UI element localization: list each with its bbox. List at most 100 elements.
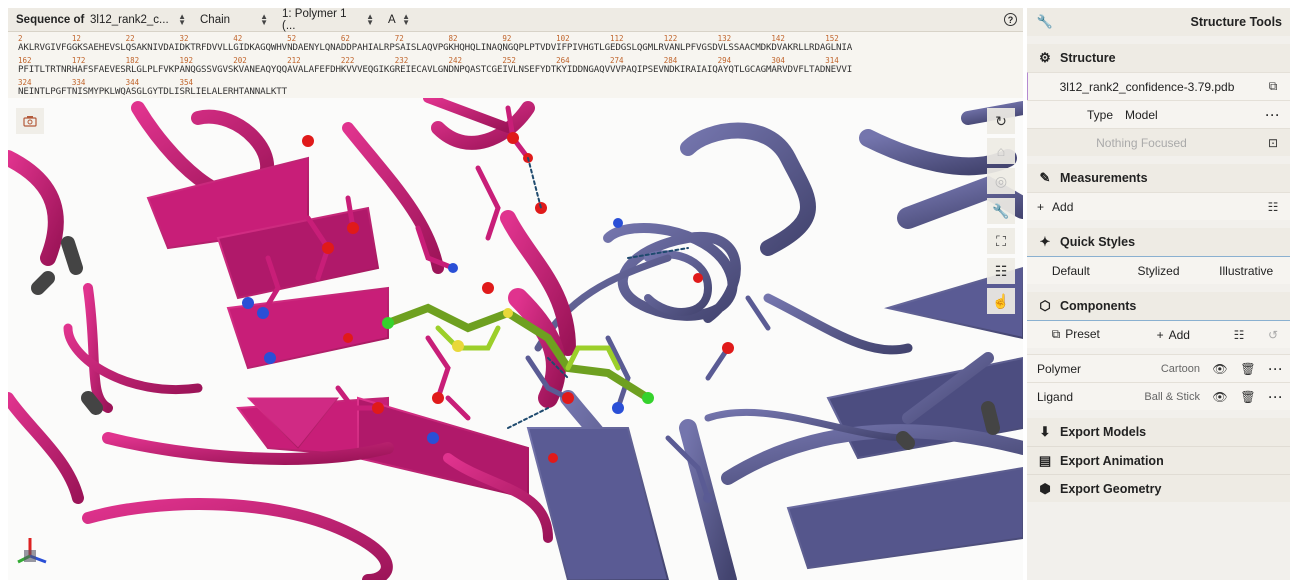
style-stylized-button[interactable]: Stylized <box>1115 264 1203 278</box>
plus-icon: + <box>1037 199 1045 214</box>
chain-select[interactable]: A ▲ ▼ <box>388 11 410 27</box>
component-item[interactable]: Ligand Ball & Stick 👁 🗑 ··· <box>1027 382 1290 410</box>
sequence-toolbar: Sequence of 3l12_rank2_c... ▲ ▼ Chain ▲ ▼ … <box>8 8 1023 32</box>
chain-b-cartoon <box>526 101 1023 580</box>
style-default-button[interactable]: Default <box>1027 264 1115 278</box>
style-illustrative-button[interactable]: Illustrative <box>1202 264 1290 278</box>
more-icon[interactable]: ··· <box>1262 383 1290 410</box>
snapshot-icon[interactable] <box>16 108 44 134</box>
structure-tools-panel: 🔧 Structure Tools ⚙ Structure 3l12_rank2… <box>1027 8 1290 580</box>
component-representation[interactable]: Ball & Stick <box>1144 391 1200 403</box>
export-geometry-button[interactable]: ⬢ Export Geometry <box>1027 474 1290 502</box>
structure-section-header[interactable]: ⚙ Structure <box>1027 44 1290 72</box>
mode-select[interactable]: Chain ▲ ▼ <box>200 11 268 27</box>
more-icon[interactable]: ··· <box>1256 101 1290 128</box>
3d-canvas[interactable]: ↻ ⌂ ◎ 🔧 ⛶ ☷ ☝ <box>8 98 1023 580</box>
component-name: Polymer <box>1037 361 1082 376</box>
measurements-add-row: + Add ☷ <box>1027 192 1290 220</box>
history-icon[interactable]: ↺ <box>1256 321 1290 348</box>
help-icon[interactable]: ? <box>1004 13 1017 26</box>
polymer-select[interactable]: 1: Polymer 1 (... ▲ ▼ <box>282 8 374 32</box>
magic-wand-icon: ✦ <box>1039 234 1051 249</box>
residue-sequence[interactable]: PFITLTRTNRHAFSFAEVESRLGLPLFVKPANQGSSVGVS… <box>18 64 852 75</box>
wrench-icon[interactable]: 🔧 <box>987 198 1015 224</box>
component-name: Ligand <box>1037 389 1074 404</box>
chain-a-cartoon <box>8 98 576 580</box>
measurements-section-header[interactable]: ✎ Measurements <box>1027 164 1290 192</box>
focus-row: Nothing Focused ⊡ <box>1027 128 1290 156</box>
sequence-panel[interactable]: 2 12 22 32 42 52 62 72 82 92 102 112 122 132 142 152 AK… <box>8 32 1023 98</box>
download-icon: ⬇ <box>1039 424 1051 439</box>
expand-icon[interactable]: ⛶ <box>987 228 1015 254</box>
quick-styles-row: Default Stylized Illustrative <box>1027 256 1290 284</box>
trash-icon[interactable]: 🗑 <box>1234 383 1262 410</box>
trash-icon[interactable]: 🗑 <box>1234 355 1262 382</box>
export-geometry-label: Export Geometry <box>1060 481 1162 496</box>
components-actions-row: ⧉ Preset + Add ☷ ↺ <box>1027 320 1290 348</box>
molecule-viewer: Sequence of 3l12_rank2_c... ▲ ▼ Chain ▲ ▼ … <box>8 8 1023 580</box>
structure-type-row: Type Model ··· <box>1027 100 1290 128</box>
structure-file-row[interactable]: 3l12_rank2_confidence-3.79.pdb ⧉ <box>1027 72 1290 100</box>
eye-icon[interactable]: 👁 <box>1206 383 1234 410</box>
preset-button[interactable]: ⧉ Preset <box>1027 327 1125 342</box>
ligand-molecule <box>382 303 654 404</box>
sequence-line: 324 334 344 354 NEINTLPGFTNISMYPKLWQASGLGYT… <box>8 76 1023 98</box>
mode-select-value: Chain <box>200 13 231 26</box>
components-section-header[interactable]: ⬡ Components <box>1027 292 1290 320</box>
component-representation[interactable]: Cartoon <box>1161 363 1200 375</box>
sequence-label: Sequence of <box>16 13 85 26</box>
export-animation-label: Export Animation <box>1060 453 1164 468</box>
measurements-add-label: Add <box>1052 199 1074 214</box>
type-label: Type <box>1086 107 1113 122</box>
plus-icon: + <box>1156 327 1164 342</box>
focus-target-icon[interactable]: ⊡ <box>1256 129 1290 156</box>
viewport-controls: ↻ ⌂ ◎ 🔧 ⛶ ☷ ☝ <box>987 108 1015 314</box>
animation-icon[interactable]: ◎ <box>987 168 1015 194</box>
chain-select-value: A <box>388 13 396 26</box>
sequence-line: 2 12 22 32 42 52 62 72 82 92 102 112 122 132 142 152 AK… <box>8 32 1023 54</box>
reset-camera-icon[interactable]: ↻ <box>987 108 1015 134</box>
component-add-button[interactable]: + Add <box>1125 328 1223 342</box>
more-icon[interactable]: ··· <box>1262 355 1290 382</box>
wrench-icon: 🔧 <box>1036 14 1054 29</box>
component-add-label: Add <box>1168 327 1190 342</box>
updown-icon: ▲ ▼ <box>260 11 268 27</box>
measurements-add-button[interactable]: + Add <box>1027 200 1256 214</box>
sequence-line: 162 172 182 192 202 212 222 232 242 252 264 274 284 2… <box>8 54 1023 76</box>
polymer-select-value: 1: Polymer 1 (... <box>282 7 347 32</box>
copy-icon: ⧉ <box>1051 327 1061 341</box>
panel-header: 🔧 Structure Tools <box>1027 8 1290 36</box>
focus-status: Nothing Focused <box>1096 135 1187 150</box>
measure-icon: ✎ <box>1039 170 1051 185</box>
residue-sequence[interactable]: NEINTLPGFTNISMYPKLWQASGLGYTDLISRLIELALER… <box>18 86 287 97</box>
export-animation-button[interactable]: ▤ Export Animation <box>1027 446 1290 474</box>
quick-styles-section-header[interactable]: ✦ Quick Styles <box>1027 228 1290 256</box>
entry-select[interactable]: 3l12_rank2_c... ▲ ▼ <box>90 11 186 27</box>
structure-file-name: 3l12_rank2_confidence-3.79.pdb <box>1059 79 1235 94</box>
entry-select-value: 3l12_rank2_c... <box>90 13 169 26</box>
panel-title: Structure Tools <box>1190 15 1282 29</box>
sliders-icon[interactable]: ☷ <box>1222 321 1256 348</box>
preset-label: Preset <box>1065 327 1100 341</box>
molecular-scene[interactable] <box>8 98 1023 580</box>
updown-icon: ▲ ▼ <box>402 11 410 27</box>
structure-section-title: Structure <box>1060 51 1116 65</box>
sliders-icon[interactable]: ☷ <box>987 258 1015 284</box>
type-value[interactable]: Model <box>1125 108 1256 122</box>
quick-styles-title: Quick Styles <box>1060 235 1136 249</box>
sliders-icon[interactable]: ☷ <box>1256 193 1290 220</box>
cube-icon: ⬡ <box>1039 298 1051 313</box>
geometry-icon: ⬢ <box>1039 480 1051 496</box>
selection-mode-icon[interactable]: ☝ <box>987 288 1015 314</box>
component-item[interactable]: Polymer Cartoon 👁 🗑 ··· <box>1027 354 1290 382</box>
eye-icon[interactable]: 👁 <box>1206 355 1234 382</box>
hydrogen-bonds <box>507 157 689 429</box>
measurements-title: Measurements <box>1060 171 1148 185</box>
export-models-button[interactable]: ⬇ Export Models <box>1027 418 1290 446</box>
camera-icon[interactable]: ⌂ <box>987 138 1015 164</box>
copy-icon[interactable]: ⧉ <box>1256 73 1290 100</box>
axes-gizmo-icon <box>17 538 47 564</box>
updown-icon: ▲ ▼ <box>366 11 374 27</box>
residue-sequence[interactable]: AKLRVGIVFGGKSAEHEVSLQSAKNIVDAIDKTRFDVVLL… <box>18 42 852 53</box>
updown-icon: ▲ ▼ <box>178 11 186 27</box>
